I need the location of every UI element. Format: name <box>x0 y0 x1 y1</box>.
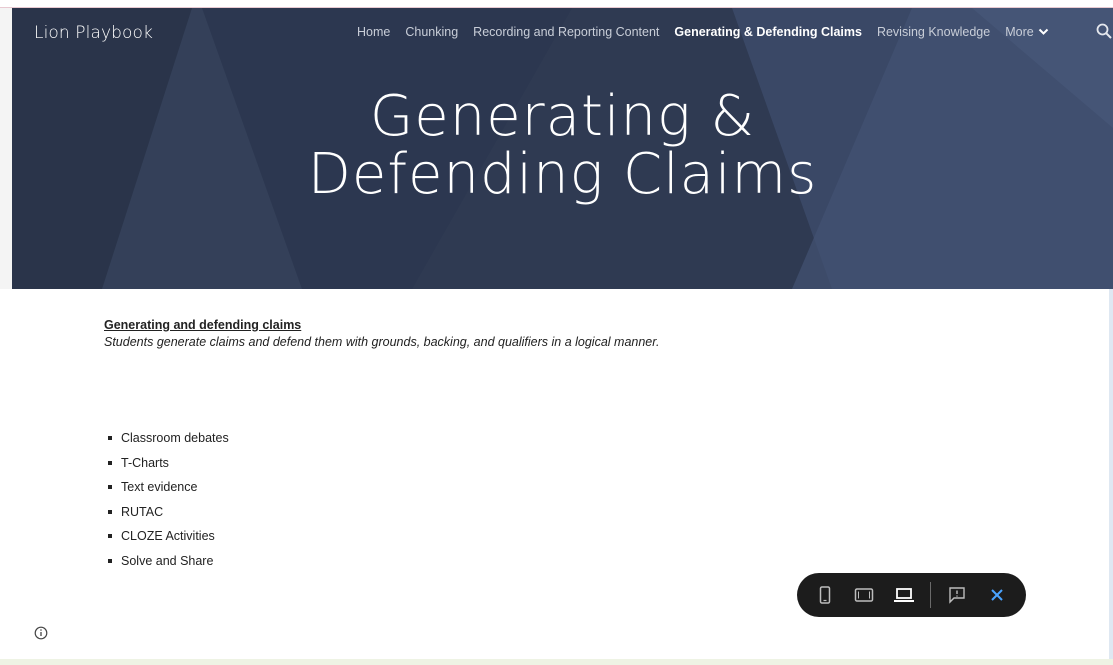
top-border <box>0 0 1113 8</box>
list-item: Text evidence <box>108 475 229 500</box>
list-item: Solve and Share <box>108 549 229 574</box>
nav-more-menu[interactable]: More <box>1005 25 1048 39</box>
close-preview-button[interactable] <box>987 585 1007 605</box>
list-item-label: Solve and Share <box>121 553 214 568</box>
nav-item-generating-defending[interactable]: Generating & Defending Claims <box>674 25 862 39</box>
page-title: Generating & Defending Claims <box>12 88 1113 204</box>
list-item-label: Classroom debates <box>121 431 229 446</box>
search-icon[interactable] <box>1096 23 1112 39</box>
nav-item-recording-reporting[interactable]: Recording and Reporting Content <box>473 25 659 39</box>
section-heading: Generating and defending claims <box>104 318 302 332</box>
section-description: Students generate claims and defend them… <box>104 335 660 349</box>
list-item-label: RUTAC <box>121 504 164 519</box>
bullet-marker <box>108 460 112 465</box>
list-item-label: CLOZE Activities <box>121 529 215 544</box>
feedback-button[interactable] <box>947 585 967 605</box>
right-edge <box>1109 289 1113 665</box>
nav-item-chunking[interactable]: Chunking <box>405 25 458 39</box>
page-title-line1: Generating & <box>369 84 756 149</box>
content-section: Generating and defending claims Students… <box>104 318 659 349</box>
bullet-marker <box>108 436 112 441</box>
laptop-preview-icon <box>894 588 914 602</box>
list-item-label: T-Charts <box>121 455 169 470</box>
phone-preview-icon <box>819 586 831 604</box>
close-icon <box>991 589 1003 601</box>
chevron-down-icon <box>1038 28 1048 35</box>
left-edge <box>0 8 12 289</box>
bullet-marker <box>108 534 112 539</box>
preview-toolbar <box>797 573 1026 617</box>
phone-preview-button[interactable] <box>815 585 835 605</box>
list-item: Classroom debates <box>108 426 229 451</box>
list-item: RUTAC <box>108 500 229 525</box>
bullet-marker <box>108 485 112 490</box>
laptop-preview-button[interactable] <box>894 585 914 605</box>
hero-banner: Lion Playbook Home Chunking Recording an… <box>12 8 1113 289</box>
list-item: T-Charts <box>108 451 229 476</box>
info-icon[interactable] <box>34 626 48 640</box>
toolbar-divider <box>930 582 931 608</box>
nav-item-revising-knowledge[interactable]: Revising Knowledge <box>877 25 990 39</box>
strategy-list: Classroom debates T-Charts Text evidence… <box>108 426 229 573</box>
feedback-icon <box>949 587 965 604</box>
nav-item-home[interactable]: Home <box>357 25 390 39</box>
nav-more-label: More <box>1005 25 1034 39</box>
bullet-marker <box>108 509 112 514</box>
tablet-preview-icon <box>854 588 874 602</box>
tablet-preview-button[interactable] <box>854 585 874 605</box>
list-item: CLOZE Activities <box>108 524 229 549</box>
site-title[interactable]: Lion Playbook <box>34 23 153 43</box>
main-nav: Home Chunking Recording and Reporting Co… <box>357 25 1049 39</box>
page-title-line2: Defending Claims <box>307 142 818 207</box>
bottom-strip <box>0 659 1113 665</box>
list-item-label: Text evidence <box>121 480 198 495</box>
bullet-marker <box>108 558 112 563</box>
